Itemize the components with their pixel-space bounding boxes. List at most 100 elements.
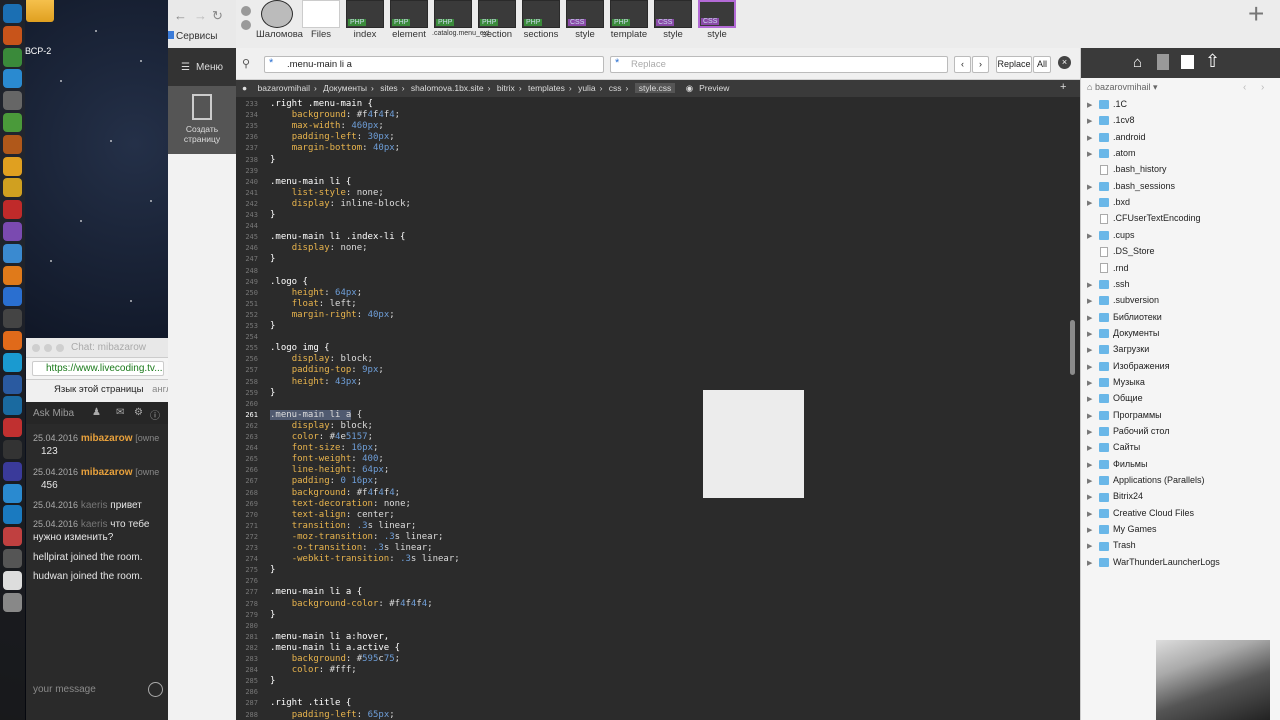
code-line[interactable]: display: block; [270, 421, 373, 432]
menu-button[interactable]: ☰ Меню [168, 48, 236, 86]
file-tab[interactable]: CSS style [652, 0, 694, 40]
dock-app-icon[interactable] [3, 374, 22, 394]
tree-item[interactable]: ▶ .android [1087, 129, 1146, 145]
dock-app-icon[interactable] [3, 113, 22, 132]
document-list-icon[interactable] [1181, 55, 1194, 69]
dock-app-icon[interactable] [3, 178, 22, 198]
tree-forward-icon[interactable]: › [1261, 82, 1264, 93]
code-line[interactable]: max-width: 460px; [270, 121, 384, 132]
code-line[interactable]: float: left; [270, 299, 357, 310]
apps-icon[interactable] [168, 31, 174, 39]
code-line[interactable]: color: #4e5157; [270, 432, 373, 443]
code-line[interactable]: text-decoration: none; [270, 499, 411, 510]
code-line[interactable]: list-style: none; [270, 188, 384, 199]
dock-app-icon[interactable] [3, 505, 22, 525]
dock-app-icon[interactable] [3, 592, 22, 612]
code-area[interactable]: .right .menu-main { background: #f4f4f4;… [270, 97, 1060, 720]
dock-app-icon[interactable] [3, 352, 22, 372]
dock-app-icon[interactable] [3, 25, 22, 45]
dock-app-icon[interactable] [3, 156, 22, 176]
tree-back-icon[interactable]: ‹ [1243, 82, 1246, 93]
tree-item[interactable]: ▶ Загрузки [1087, 341, 1149, 357]
dock-app-icon[interactable] [3, 91, 22, 111]
dock-app-icon[interactable] [3, 69, 22, 89]
dock-app-icon[interactable] [3, 549, 22, 568]
window-close-icon[interactable] [241, 6, 251, 16]
create-page-button[interactable]: Создать страницу [168, 86, 236, 154]
breadcrumb-item[interactable]: Документы [323, 83, 367, 93]
home-icon[interactable]: ⌂ [1133, 54, 1142, 71]
dock-app-icon[interactable] [3, 4, 22, 23]
code-line[interactable]: font-size: 16px; [270, 443, 379, 454]
file-tab[interactable]: Шаломова [256, 0, 303, 40]
tree-item[interactable]: ▶ .bxd [1087, 194, 1130, 210]
gear-icon[interactable]: ⚙ [134, 407, 143, 418]
add-tab-icon[interactable]: + [1248, 0, 1264, 28]
code-line[interactable]: .menu-main li a { [270, 587, 362, 598]
code-line[interactable]: } [270, 610, 275, 621]
replace-input[interactable]: Replace [610, 56, 948, 73]
tree-item[interactable]: ▶ WarThunderLauncherLogs [1087, 554, 1220, 570]
tree-item[interactable]: ▶ .atom [1087, 145, 1136, 161]
eye-icon[interactable]: ◉ [686, 83, 693, 93]
code-line[interactable]: font-weight: 400; [270, 454, 384, 465]
code-line[interactable]: padding: 0 16px; [270, 476, 379, 487]
file-tab[interactable]: PHP section [476, 0, 518, 40]
users-icon[interactable]: ♟ [92, 407, 101, 418]
code-line[interactable]: display: none; [270, 243, 368, 254]
code-line[interactable]: background-color: #f4f4f4; [270, 599, 433, 610]
chat-bubbles-icon[interactable]: ✉ [116, 407, 124, 418]
breadcrumb-item[interactable]: css [609, 83, 622, 93]
code-line[interactable]: display: inline-block; [270, 199, 411, 210]
tree-item[interactable]: ▶ Фильмы [1087, 456, 1147, 472]
tree-item[interactable]: ▶ .ssh [1087, 276, 1130, 292]
code-line[interactable]: line-height: 64px; [270, 465, 390, 476]
code-line[interactable]: background: #f4f4f4; [270, 110, 400, 121]
back-icon[interactable]: ← [174, 8, 187, 23]
file-tab[interactable]: CSS style [564, 0, 606, 40]
tree-item[interactable]: ▶ Программы [1087, 407, 1162, 423]
tree-item[interactable]: ▶ Creative Cloud Files [1087, 505, 1194, 521]
code-line[interactable]: transition: .3s linear; [270, 521, 417, 532]
code-line[interactable]: margin-bottom: 40px; [270, 143, 400, 154]
preview-button[interactable]: Preview [699, 83, 729, 93]
file-tab[interactable]: PHP index [344, 0, 386, 40]
code-line[interactable]: background: #f4f4f4; [270, 488, 400, 499]
tree-item[interactable]: ▶ Рабочий стол [1087, 423, 1170, 439]
search-icon[interactable]: ⚲ [242, 57, 250, 70]
breadcrumb-item[interactable]: yulia [578, 83, 595, 93]
tree-item[interactable]: .DS_Store [1087, 243, 1155, 259]
emoji-icon[interactable] [148, 682, 163, 697]
window-minimize-icon[interactable] [241, 20, 251, 30]
code-line[interactable]: .menu-main li a { [270, 409, 362, 421]
file-tab[interactable]: PHP template [608, 0, 650, 40]
file-tab[interactable]: PHP sections [520, 0, 562, 40]
code-line[interactable]: height: 64px; [270, 288, 362, 299]
code-line[interactable]: .menu-main li a.active { [270, 643, 400, 654]
prev-match-button[interactable]: ‹ [954, 56, 971, 73]
tree-item[interactable]: ▶ My Games [1087, 521, 1157, 537]
dock-app-icon[interactable] [3, 331, 22, 350]
message-user[interactable]: mibazarow [81, 433, 133, 444]
code-line[interactable]: } [270, 155, 275, 166]
code-line[interactable]: background: #595c75; [270, 654, 400, 665]
message-user[interactable]: kaeris [81, 500, 108, 511]
file-tab[interactable]: PHP element [388, 0, 430, 40]
code-line[interactable]: .logo { [270, 277, 308, 288]
tree-item[interactable]: ▶ .subversion [1087, 292, 1159, 308]
code-line[interactable]: padding-top: 9px; [270, 365, 384, 376]
tree-item[interactable]: ▶ Документы [1087, 325, 1159, 341]
tree-item[interactable]: ▶ Сайты [1087, 439, 1140, 455]
tree-item[interactable]: ▶ Музыка [1087, 374, 1145, 390]
code-line[interactable]: .menu-main li a:hover, [270, 632, 389, 643]
code-line[interactable]: } [270, 254, 275, 265]
editor-scrollbar[interactable] [1070, 320, 1075, 375]
code-line[interactable]: } [270, 388, 275, 399]
dock-app-icon[interactable] [3, 222, 22, 241]
code-line[interactable]: color: #fff; [270, 665, 357, 676]
code-line[interactable]: margin-right: 40px; [270, 310, 395, 321]
dock-app-icon[interactable] [3, 47, 22, 67]
minimize-icon[interactable] [44, 344, 52, 352]
code-line[interactable]: padding-left: 30px; [270, 132, 395, 143]
breadcrumb-item[interactable]: sites [380, 83, 397, 93]
